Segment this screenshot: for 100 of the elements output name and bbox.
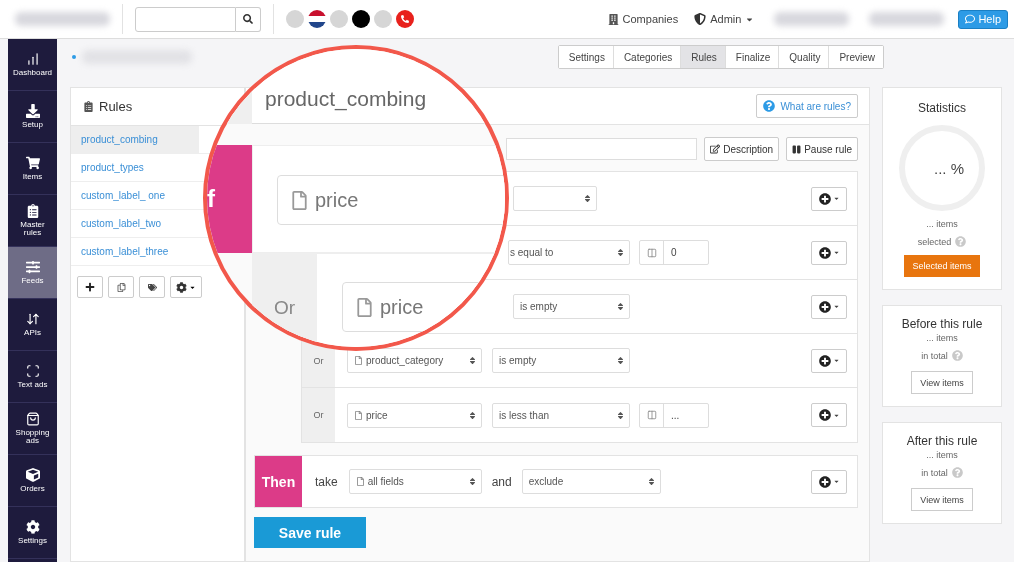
items-count: ... items bbox=[926, 219, 958, 229]
gear-icon bbox=[25, 520, 40, 534]
sort-icon bbox=[468, 410, 477, 420]
file-icon bbox=[355, 477, 365, 486]
search-button[interactable] bbox=[236, 6, 261, 32]
add-button[interactable] bbox=[811, 403, 847, 427]
add-button[interactable] bbox=[811, 348, 847, 373]
field-select[interactable] bbox=[513, 186, 597, 211]
add-button[interactable] bbox=[77, 276, 103, 298]
add-button[interactable] bbox=[811, 294, 847, 319]
settings-button[interactable] bbox=[170, 276, 202, 298]
sidebar-item[interactable]: Dashboard bbox=[8, 39, 57, 91]
chat-icon bbox=[965, 14, 976, 24]
account-dot[interactable] bbox=[352, 10, 370, 28]
account-dot[interactable] bbox=[286, 10, 304, 28]
bag-icon bbox=[25, 412, 40, 426]
search-field[interactable] bbox=[135, 6, 236, 32]
cart-icon bbox=[25, 156, 40, 170]
flag-icon[interactable] bbox=[308, 10, 326, 28]
items-count: ... items bbox=[926, 450, 958, 460]
sidebar-item[interactable]: Settings bbox=[8, 507, 57, 559]
caret-icon bbox=[832, 303, 840, 310]
add-button[interactable] bbox=[811, 186, 847, 211]
sort-icon bbox=[616, 248, 625, 257]
card-title: After this rule bbox=[906, 434, 978, 448]
then-label: Then bbox=[255, 456, 302, 507]
field-select[interactable]: price bbox=[277, 175, 505, 225]
donut-ring: ... % bbox=[899, 125, 985, 211]
cube-icon bbox=[25, 468, 40, 482]
description-button[interactable]: Description bbox=[704, 137, 780, 161]
columns-icon bbox=[646, 247, 657, 258]
plus-icon bbox=[818, 409, 831, 421]
tag-icon bbox=[147, 282, 157, 292]
sidebar-item[interactable]: Setup bbox=[8, 91, 57, 143]
plus-icon bbox=[818, 475, 831, 488]
nav-link[interactable]: Admin bbox=[694, 13, 755, 25]
sort-icon bbox=[616, 410, 625, 420]
plus-icon bbox=[85, 282, 95, 292]
bar-chart-icon bbox=[25, 52, 40, 66]
view-items-button[interactable]: View items bbox=[911, 488, 973, 511]
name-field[interactable] bbox=[506, 138, 698, 160]
operator-select[interactable]: s equal to bbox=[508, 240, 630, 265]
operator-select[interactable]: is empty bbox=[513, 294, 630, 319]
step-tab[interactable]: Settings bbox=[558, 46, 614, 68]
sort-icon bbox=[583, 194, 592, 203]
field-select[interactable]: product_category bbox=[347, 348, 482, 373]
help-icon bbox=[763, 100, 776, 112]
sidebar-item[interactable]: Text ads bbox=[8, 351, 57, 403]
field-select[interactable]: price bbox=[347, 402, 482, 428]
rule-title: product_combing bbox=[265, 87, 427, 111]
sidebar-item[interactable]: Feeds bbox=[8, 247, 57, 299]
caption-text: in total bbox=[921, 350, 948, 361]
or-column: Or bbox=[302, 388, 335, 442]
add-button[interactable] bbox=[811, 469, 847, 494]
take-text: take bbox=[315, 474, 338, 489]
copy-button[interactable] bbox=[108, 276, 134, 298]
value-field[interactable]: 0 bbox=[639, 240, 709, 265]
step-tab[interactable]: Rules bbox=[681, 46, 726, 68]
shield-icon bbox=[694, 13, 707, 25]
sidebar-item[interactable]: APIs bbox=[8, 299, 57, 351]
caret-icon bbox=[832, 478, 840, 485]
sort-icon bbox=[468, 356, 477, 365]
edit-icon bbox=[710, 144, 721, 154]
value-field[interactable]: ... bbox=[639, 402, 709, 428]
view-items-button[interactable]: View items bbox=[911, 371, 973, 394]
plus-icon bbox=[818, 192, 831, 205]
field-select[interactable]: all fields bbox=[348, 469, 482, 494]
operator-select[interactable]: is less than bbox=[492, 402, 630, 428]
operator-select[interactable]: is empty bbox=[492, 348, 630, 373]
card-title: Statistics bbox=[918, 101, 966, 115]
gear-icon bbox=[176, 281, 187, 293]
building-icon bbox=[607, 13, 619, 25]
if-label: f bbox=[207, 145, 252, 253]
sidebar-item[interactable]: Orders bbox=[8, 455, 57, 507]
sliders-icon bbox=[25, 260, 40, 274]
caption-text: selected bbox=[917, 236, 952, 247]
sidebar-item[interactable]: Shopping ads bbox=[8, 403, 57, 455]
caption-text: in total bbox=[921, 467, 948, 478]
caret-icon bbox=[832, 357, 840, 364]
sort-icon bbox=[646, 477, 656, 486]
pause-button[interactable]: Pause rule bbox=[786, 137, 858, 161]
account-dot[interactable] bbox=[374, 10, 392, 28]
file-icon bbox=[354, 356, 363, 365]
tag-button[interactable] bbox=[139, 276, 165, 298]
arrows-icon bbox=[25, 312, 40, 326]
account-dot[interactable] bbox=[330, 10, 348, 28]
add-button[interactable] bbox=[811, 240, 847, 265]
plus-icon bbox=[818, 300, 831, 313]
phone-icon[interactable] bbox=[396, 10, 414, 28]
caret-icon bbox=[832, 249, 840, 256]
status-dot bbox=[72, 55, 76, 59]
panel-title: Rules bbox=[99, 99, 133, 114]
nav-link[interactable]: Companies bbox=[607, 13, 679, 25]
sidebar-item[interactable]: Items bbox=[8, 143, 57, 195]
and-text: and bbox=[491, 474, 512, 489]
help-link[interactable]: What are rules? bbox=[756, 94, 858, 118]
sort-icon bbox=[616, 302, 625, 311]
clipboard-icon bbox=[83, 101, 94, 112]
search-icon bbox=[243, 14, 253, 24]
action-select[interactable]: exclude bbox=[521, 469, 661, 494]
